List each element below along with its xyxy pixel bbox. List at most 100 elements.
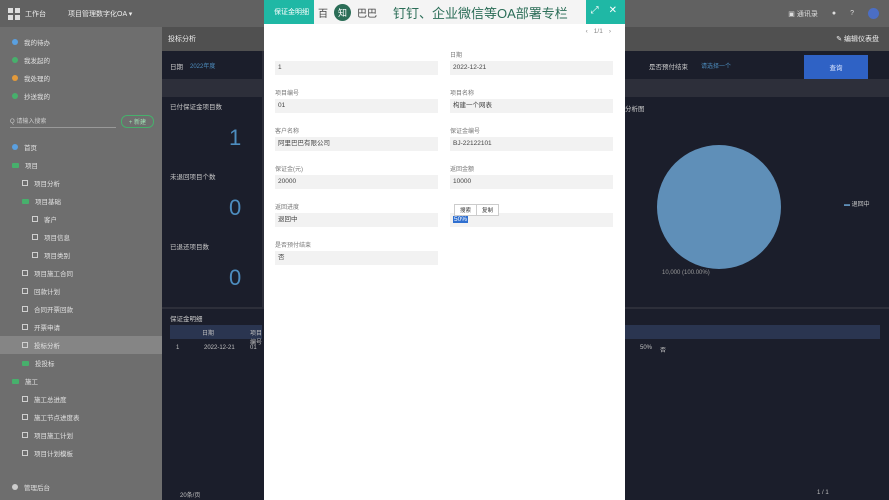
sidebar-tree-item[interactable]: 项目基础	[0, 192, 162, 210]
pie-title: 分析图	[625, 106, 645, 113]
project-app-tab[interactable]: 项目管理数字化OA ▾	[68, 9, 132, 19]
folder-icon	[12, 162, 19, 168]
expand-icon[interactable]: ⤢	[591, 5, 599, 16]
sidebar-tree-item[interactable]: 施工总进度	[0, 390, 162, 408]
field-value[interactable]: 1	[275, 61, 438, 75]
settings-icon	[12, 484, 18, 490]
sidebar-tree-item[interactable]: 合同开票回款	[0, 300, 162, 318]
close-icon[interactable]: ✕	[609, 5, 617, 16]
row-index: 1	[176, 345, 180, 351]
field-label: 返回金额	[450, 167, 475, 173]
column-header-code[interactable]: 项目编号	[250, 328, 262, 346]
pie-slice-returning	[657, 145, 781, 269]
form-field: 客户名称 阿里巴巴有限公司	[275, 126, 438, 151]
form-field: 项目编号 01	[275, 88, 438, 113]
field-value-text: 1	[278, 64, 282, 71]
field-value[interactable]: 否	[275, 251, 438, 265]
sidebar-tree-label: 施工总进度	[34, 397, 67, 404]
legend-marker: ▬	[844, 202, 852, 208]
stat-card-title: 未退回项目个数	[170, 174, 216, 181]
sidebar-tree-item[interactable]: 回款计划	[0, 282, 162, 300]
date-filter[interactable]: 日期 2022年度	[162, 51, 262, 79]
query-button[interactable]: 查询	[804, 55, 868, 79]
page-icon	[22, 180, 28, 186]
field-value-text: 退回中	[278, 216, 298, 223]
prev-icon[interactable]: ‹	[586, 28, 588, 35]
search-selection-button[interactable]: 搜索	[455, 205, 476, 215]
workbench-tab[interactable]: 工作台	[8, 8, 46, 20]
field-value[interactable]: 10000	[450, 175, 613, 189]
admin-link[interactable]: 管理后台	[0, 478, 50, 496]
help-icon[interactable]: ?	[850, 10, 854, 17]
watermark-banner: 百 知 巴巴 钉钉、企业微信等OA部署专栏	[314, 0, 586, 24]
sidebar-search: Q 请输入搜索 + 新建	[0, 105, 162, 138]
field-label: 保证金(元)	[275, 167, 303, 173]
avatar[interactable]	[868, 8, 879, 19]
sidebar-tree-item[interactable]: 投标分析	[0, 336, 162, 354]
sidebar-item-top[interactable]: 我处理的	[0, 69, 162, 87]
page-icon	[22, 396, 28, 402]
nav-dot-icon	[12, 93, 18, 99]
sidebar-item-top[interactable]: 抄送我的	[0, 87, 162, 105]
page-icon	[22, 450, 28, 456]
search-input[interactable]: Q 请输入搜索	[10, 116, 116, 128]
sidebar-tree-item[interactable]: 客户	[0, 210, 162, 228]
banner-text-mid: 巴巴	[357, 8, 377, 20]
field-value[interactable]: 20000	[275, 175, 438, 189]
copy-selection-button[interactable]: 复制	[476, 205, 498, 215]
sidebar-tree-item[interactable]: 开票申请	[0, 318, 162, 336]
edit-dashboard-button[interactable]: ✎ 编辑仪表盘	[836, 34, 879, 44]
sidebar-tree-item[interactable]: 首页	[0, 138, 162, 156]
form-field: 保证金编号 BJ-22122101	[450, 126, 613, 151]
top-right-tools: ▣ 通讯录 ● ?	[788, 8, 879, 19]
sidebar-tree-item[interactable]: 项目计划模板	[0, 444, 162, 462]
sidebar-tree-item[interactable]: 项目	[0, 156, 162, 174]
next-icon[interactable]: ›	[609, 28, 611, 35]
new-button[interactable]: + 新建	[120, 115, 154, 128]
field-value[interactable]: 01	[275, 99, 438, 113]
form-field: 1	[275, 50, 438, 75]
pagination[interactable]: 1 / 1	[817, 490, 829, 496]
chevron-down-icon: ▾	[128, 11, 133, 18]
field-value[interactable]: 构建一个网表	[450, 99, 613, 113]
sidebar-item-top[interactable]: 我发起的	[0, 51, 162, 69]
sidebar-tree-item[interactable]: 施工节点进度表	[0, 408, 162, 426]
folder-icon	[22, 360, 29, 366]
contacts-link[interactable]: ▣ 通讯录	[788, 9, 818, 19]
sidebar-tree-item[interactable]: 投投标	[0, 354, 162, 372]
stat-card-title: 已退还项目数	[170, 244, 209, 251]
workbench-label: 工作台	[25, 11, 46, 18]
date-filter-label: 日期	[170, 64, 183, 71]
nav-dot-icon	[12, 75, 18, 81]
contacts-icon: ▣	[788, 10, 797, 18]
sidebar-item-top[interactable]: 我的待办	[0, 33, 162, 51]
sidebar-tree-label: 项目基础	[35, 199, 61, 206]
page-icon	[32, 234, 38, 240]
sidebar-tree-item[interactable]: 施工	[0, 372, 162, 390]
field-value[interactable]: BJ-22122101	[450, 137, 613, 151]
sidebar-tree-label: 项目施工合同	[34, 271, 73, 278]
form-field: 项目名称 构建一个网表	[450, 88, 613, 113]
sidebar-tree-item[interactable]: 项目分析	[0, 174, 162, 192]
field-value[interactable]: 2022-12-21	[450, 61, 613, 75]
text-selection-popup: 搜索 复制	[454, 204, 500, 216]
field-value[interactable]: 退回中	[275, 213, 438, 227]
sidebar-tree-label: 首页	[24, 145, 37, 152]
sidebar-tree-item[interactable]: 项目施工合同	[0, 264, 162, 282]
notification-icon[interactable]: ●	[832, 10, 836, 17]
column-header-date[interactable]: 日期	[202, 328, 214, 337]
sidebar-tree-label: 回款计划	[34, 289, 60, 296]
field-label: 是否预付结束	[275, 243, 312, 249]
sidebar-tree-item[interactable]: 项目类别	[0, 246, 162, 264]
sidebar-tree-item[interactable]: 项目施工计划	[0, 426, 162, 444]
field-value-text: 01	[278, 102, 286, 109]
row-percent: 50%	[640, 345, 653, 351]
field-label: 日期	[450, 53, 463, 59]
field-value[interactable]: 阿里巴巴有限公司	[275, 137, 438, 151]
sidebar-tree-label: 施工节点进度表	[34, 415, 80, 422]
field-label: 返回进度	[275, 205, 300, 211]
form-field: 返回进度 退回中	[275, 202, 438, 227]
table-title: 保证金明细	[170, 316, 203, 323]
page-size-select[interactable]: 20条/页	[180, 490, 200, 499]
sidebar-tree-item[interactable]: 项目信息	[0, 228, 162, 246]
